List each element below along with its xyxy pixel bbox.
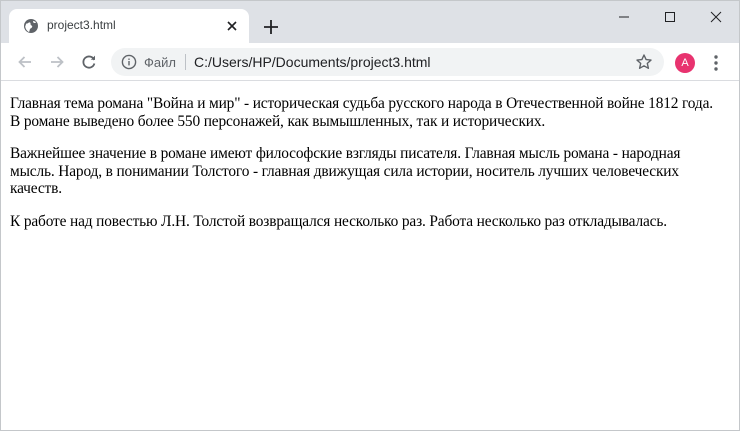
window-close-icon[interactable] bbox=[693, 1, 739, 33]
kebab-menu-icon[interactable] bbox=[708, 53, 724, 73]
browser-toolbar: Файл C:/Users/HP/Documents/project3.html… bbox=[1, 43, 739, 81]
star-icon[interactable] bbox=[635, 53, 653, 71]
back-arrow-icon[interactable] bbox=[15, 52, 35, 72]
new-tab-plus-icon[interactable] bbox=[262, 18, 280, 36]
browser-tab[interactable]: project3.html bbox=[9, 9, 249, 43]
paragraph: Главная тема романа "Война и мир" - исто… bbox=[10, 95, 713, 130]
tab-close-icon[interactable] bbox=[224, 18, 240, 34]
page-viewport: Главная тема романа "Война и мир" - исто… bbox=[1, 81, 739, 430]
address-bar[interactable]: Файл C:/Users/HP/Documents/project3.html bbox=[111, 48, 664, 76]
paragraph: К работе над повестью Л.Н. Толстой возвр… bbox=[10, 212, 667, 230]
tab-title: project3.html bbox=[47, 18, 116, 32]
forward-arrow-icon[interactable] bbox=[47, 52, 67, 72]
info-icon[interactable] bbox=[121, 54, 137, 70]
browser-window: project3.html Файл C:/Users/HP/Documents… bbox=[0, 0, 740, 431]
url-text[interactable]: C:/Users/HP/Documents/project3.html bbox=[194, 54, 431, 70]
profile-avatar[interactable]: A bbox=[675, 53, 695, 73]
reload-icon[interactable] bbox=[79, 52, 99, 72]
omnibox-divider bbox=[185, 54, 186, 70]
page-content: Главная тема романа "Война и мир" - исто… bbox=[10, 95, 726, 245]
paragraph: Важнейшее значение в романе имеют филосо… bbox=[10, 145, 681, 197]
tab-strip: project3.html bbox=[1, 1, 739, 43]
globe-icon bbox=[23, 18, 39, 34]
scheme-label: Файл bbox=[144, 55, 176, 70]
maximize-icon[interactable] bbox=[647, 1, 693, 33]
minimize-icon[interactable] bbox=[601, 1, 647, 33]
